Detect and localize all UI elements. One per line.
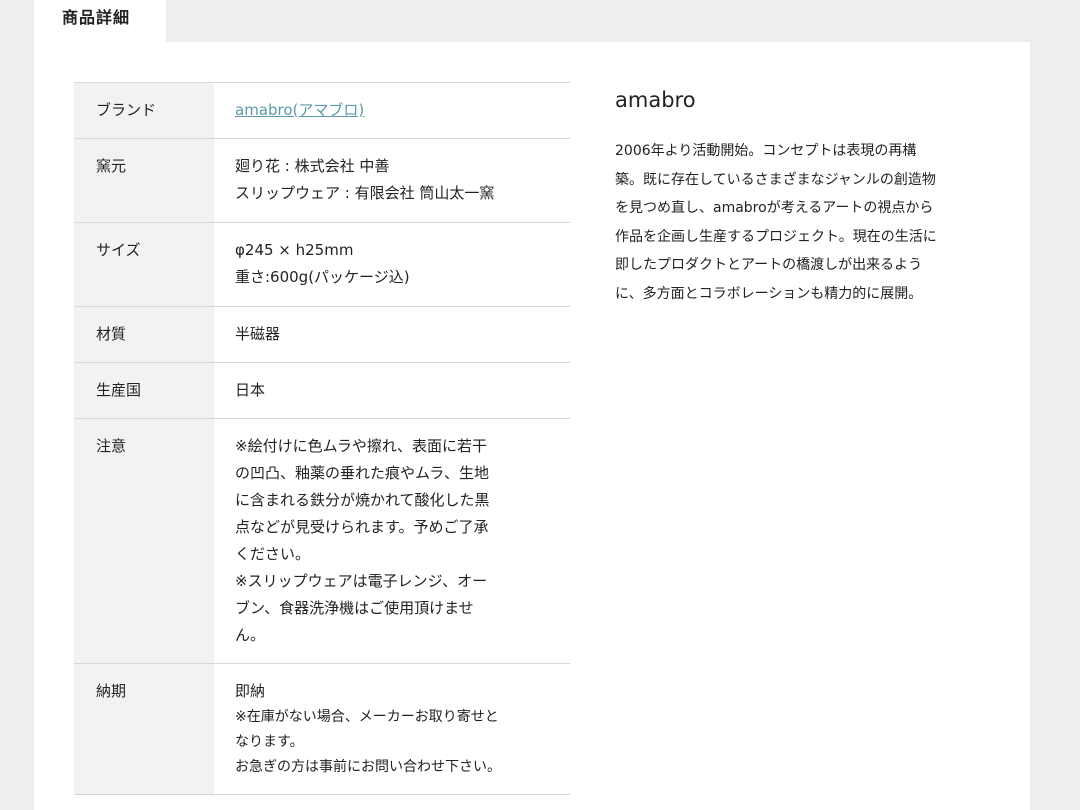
brand-text-line: 築。既に存在しているさまざまなジャンルの創造物: [615, 171, 936, 188]
spec-label-kiln: 窯元: [74, 138, 214, 223]
spec-value-kiln: 廻り花 : 株式会社 中善 スリップウェア : 有限会社 筒山太一窯: [214, 138, 570, 223]
tab-bar: 商品詳細: [0, 0, 1080, 42]
spec-value-origin: 日本: [214, 362, 570, 419]
spec-label-origin: 生産国: [74, 362, 214, 419]
spec-label-material: 材質: [74, 306, 214, 363]
brand-text-line: 2006年より活動開始。コンセプトは表現の再構: [615, 143, 917, 159]
brand-text-line: に、多方面とコラボレーションも精力的に展開。: [615, 285, 923, 302]
tab-product-details[interactable]: 商品詳細: [34, 0, 166, 42]
spec-row-material: 材質 半磁器: [74, 306, 570, 363]
caution-line: に含まれる鉄分が焼かれて酸化した黒: [235, 491, 490, 509]
kiln-line: スリップウェア : 有限会社 筒山太一窯: [235, 184, 495, 202]
brand-title: amabro: [615, 88, 696, 112]
caution-line: ください。: [235, 545, 311, 563]
size-line: 重さ:600g(パッケージ込): [235, 268, 410, 286]
spec-value-brand: amabro(アマブロ): [214, 82, 570, 139]
delivery-note-line: ※在庫がない場合、メーカーお取り寄せと: [235, 709, 499, 725]
brand-link[interactable]: amabro(アマブロ): [235, 101, 364, 119]
spec-row-size: サイズ φ245 × h25mm 重さ:600g(パッケージ込): [74, 222, 570, 307]
spec-row-caution: 注意 ※絵付けに色ムラや擦れ、表面に若干 の凹凸、釉薬の垂れた痕やムラ、生地 に…: [74, 418, 570, 664]
spec-row-origin: 生産国 日本: [74, 362, 570, 419]
caution-line: ん。: [235, 626, 266, 644]
spec-label-delivery: 納期: [74, 663, 214, 795]
brand-text: 2006年より活動開始。コンセプトは表現の再構 築。既に存在しているさまざまなジ…: [615, 137, 995, 309]
tab-label: 商品詳細: [62, 8, 131, 27]
spec-row-delivery: 納期 即納 ※在庫がない場合、メーカーお取り寄せと なります。 お急ぎの方は事前…: [74, 663, 570, 795]
brand-text-line: 作品を企画し生産するプロジェクト。現在の生活に: [615, 228, 937, 245]
spec-value-caution: ※絵付けに色ムラや擦れ、表面に若干 の凹凸、釉薬の垂れた痕やムラ、生地 に含まれ…: [214, 418, 570, 664]
spec-row-brand: ブランド amabro(アマブロ): [74, 82, 570, 139]
caution-line: ※スリップウェアは電子レンジ、オー: [235, 572, 488, 590]
caution-line: 点などが見受けられます。予めご了承: [235, 518, 489, 536]
delivery-main: 即納: [235, 682, 266, 700]
brand-text-line: を見つめ直し、amabroが考えるアートの視点から: [615, 200, 934, 217]
caution-line: ブン、食器洗浄機はご使用頂けませ: [235, 599, 474, 617]
delivery-note-line: お急ぎの方は事前にお問い合わせ下さい。: [235, 759, 501, 775]
spec-value-material: 半磁器: [214, 306, 570, 363]
spec-label-size: サイズ: [74, 222, 214, 307]
product-details-panel: ブランド amabro(アマブロ) 窯元 廻り花 : 株式会社 中善 スリップウ…: [34, 42, 1030, 810]
spec-value-size: φ245 × h25mm 重さ:600g(パッケージ込): [214, 222, 570, 307]
spec-value-delivery: 即納 ※在庫がない場合、メーカーお取り寄せと なります。 お急ぎの方は事前にお問…: [214, 663, 570, 795]
brand-description: amabro 2006年より活動開始。コンセプトは表現の再構 築。既に存在してい…: [615, 87, 995, 309]
size-line: φ245 × h25mm: [235, 241, 354, 259]
caution-line: ※絵付けに色ムラや擦れ、表面に若干: [235, 437, 487, 455]
kiln-line: 廻り花 : 株式会社 中善: [235, 157, 390, 175]
caution-line: の凹凸、釉薬の垂れた痕やムラ、生地: [235, 464, 489, 482]
spec-label-caution: 注意: [74, 418, 214, 664]
brand-text-line: 即したプロダクトとアートの橋渡しが出来るよう: [615, 257, 923, 274]
delivery-note-line: なります。: [235, 734, 304, 750]
spec-row-kiln: 窯元 廻り花 : 株式会社 中善 スリップウェア : 有限会社 筒山太一窯: [74, 138, 570, 223]
spec-table: ブランド amabro(アマブロ) 窯元 廻り花 : 株式会社 中善 スリップウ…: [74, 82, 570, 795]
spec-label-brand: ブランド: [74, 82, 214, 139]
